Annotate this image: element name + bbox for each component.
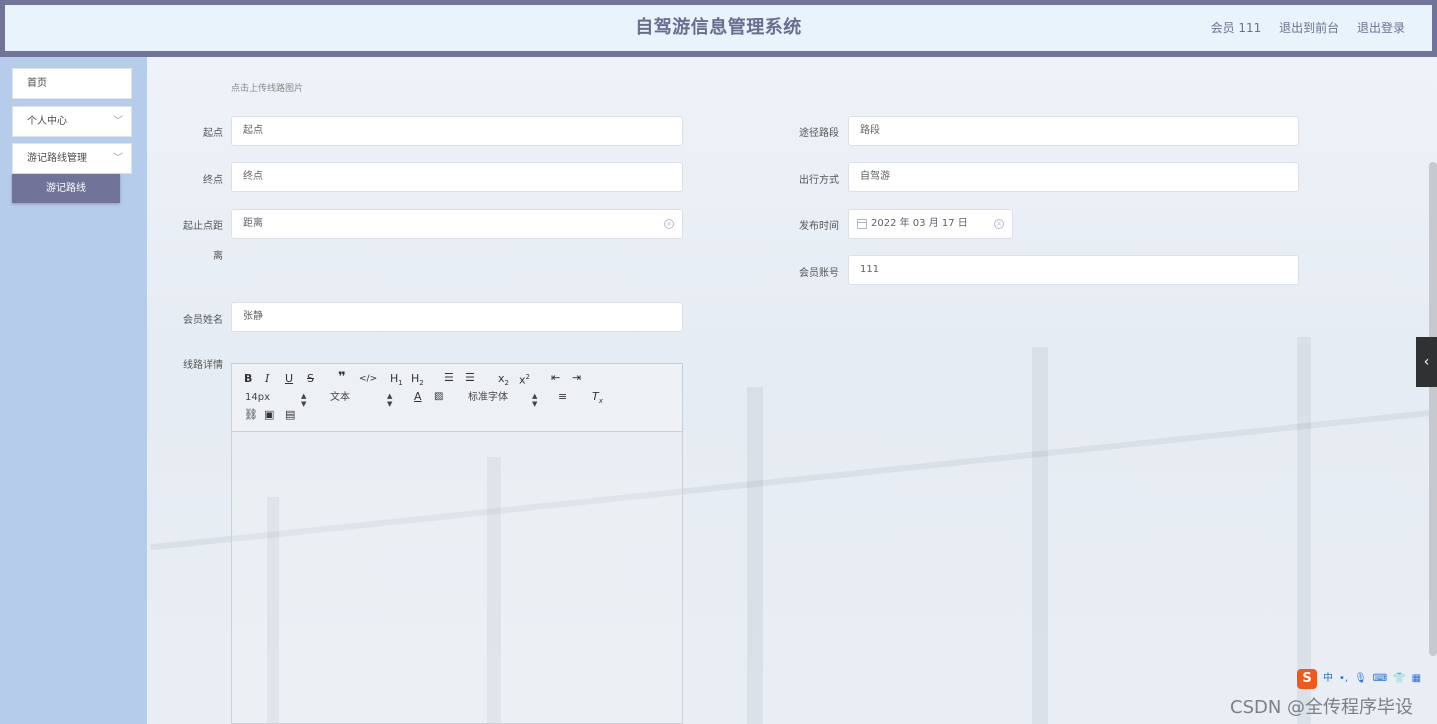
ime-toolbar: S 中 •, 🎙 ⌨ 👕 ▦ [1297,669,1421,689]
ime-mode[interactable]: 中 [1323,669,1333,689]
member-account-label: 会员账号 [799,268,839,279]
clear-icon[interactable]: × [664,219,674,229]
italic-icon[interactable]: I [265,372,269,386]
video-icon[interactable]: ▤ [285,408,295,422]
end-label: 终点 [203,175,223,186]
bullet-list-icon[interactable]: ☰ [465,371,475,385]
text-color-icon[interactable]: A [414,390,422,404]
sidebar-item-home[interactable]: 首页 [12,68,132,99]
indent-icon[interactable]: ⇥ [572,371,581,385]
header-inner: 自驾游信息管理系统 会员 111 退出到前台 退出登录 [5,5,1432,51]
start-label: 起点 [203,128,223,139]
keyboard-icon[interactable]: ⌨ [1373,669,1387,689]
logout-link[interactable]: 退出登录 [1357,21,1405,35]
link-icon[interactable]: ⛓ [244,408,258,422]
sidebar-item-label: 首页 [27,78,47,89]
chevron-down-icon: ﹀ [113,153,123,164]
publish-date-value: 2022 年 03 月 17 日 [871,218,968,229]
vertical-scrollbar[interactable] [1429,162,1437,656]
distance-value: 距离 [243,218,263,229]
sidebar-subitem-travel-route[interactable]: 游记路线 [12,174,120,203]
ime-logo[interactable]: S [1297,669,1317,689]
member-name-input[interactable]: 张静 [231,302,683,332]
editor-content-area[interactable] [232,432,682,723]
clear-format-icon[interactable]: Tx [592,390,603,408]
select-arrow-icon: ▲ ▼ [301,392,307,408]
bold-icon[interactable]: B [244,372,252,386]
member-account-input[interactable]: 111 [848,255,1299,285]
upload-hint[interactable]: 点击上传线路图片 [231,81,303,94]
rich-text-editor[interactable]: B I U S ❞ </> H1 H2 ☰ ☰ x2 x2 ⇤ ⇥ 14px ▲… [231,363,683,724]
sidebar-item-label: 个人中心 [27,116,67,127]
header-select[interactable]: 文本 [330,391,350,405]
sidebar-item-personal-center[interactable]: 个人中心 ﹀ [12,106,132,137]
start-input[interactable]: 起点 [231,116,683,146]
header-links: 会员 111 退出到前台 退出登录 [1197,5,1405,51]
ordered-list-icon[interactable]: ☰ [444,371,454,385]
sidebar-item-label: 游记路线管理 [27,153,87,164]
apps-icon[interactable]: ▦ [1412,669,1421,689]
sidebar: 首页 个人中心 ﹀ 游记路线管理 ﹀ 游记路线 [0,57,147,724]
publish-time-label: 发布时间 [799,221,839,232]
background-decoration [1032,347,1048,724]
punctuation-icon[interactable]: •, [1339,669,1348,689]
underline-icon[interactable]: U [285,372,293,386]
font-family-select[interactable]: 标准字体 [468,391,508,405]
route-input[interactable]: 路段 [848,116,1299,146]
image-icon[interactable]: ▣ [264,408,274,422]
travel-mode-input[interactable]: 自驾游 [848,162,1299,192]
chevron-left-icon[interactable]: ‹ [1416,337,1437,387]
align-icon[interactable]: ≡ [558,390,567,404]
background-decoration [747,387,763,724]
clear-icon[interactable]: × [994,219,1004,229]
skin-icon[interactable]: 👕 [1393,669,1405,689]
superscript-icon[interactable]: x2 [519,370,530,388]
member-label: 会员 111 [1210,21,1262,35]
outdent-icon[interactable]: ⇤ [551,371,560,385]
main-content: 点击上传线路图片 起点 起点 途径路段 路段 终点 终点 出行方式 自驾游 起止… [147,57,1437,724]
select-arrow-icon: ▲ ▼ [532,392,538,408]
calendar-icon [857,219,867,229]
header: 自驾游信息管理系统 会员 111 退出到前台 退出登录 [0,0,1437,57]
distance-label-wrap: 离 [213,251,223,262]
strike-icon[interactable]: S [307,372,314,386]
end-input[interactable]: 终点 [231,162,683,192]
microphone-icon[interactable]: 🎙 [1354,669,1367,689]
code-icon[interactable]: </> [359,372,377,386]
watermark: CSDN @全传程序毕设 [1230,697,1414,718]
subscript-icon[interactable]: x2 [498,372,509,390]
heading2-icon[interactable]: H2 [411,372,424,390]
heading1-icon[interactable]: H1 [390,372,403,390]
route-detail-label: 线路详情 [183,360,223,371]
select-arrow-icon: ▲ ▼ [387,392,393,408]
font-size-select[interactable]: 14px [245,391,270,405]
exit-to-front-link[interactable]: 退出到前台 [1279,21,1339,35]
distance-input[interactable]: 距离 × [231,209,683,239]
background-decoration [1297,337,1311,724]
blockquote-icon[interactable]: ❞ [338,371,346,385]
distance-label: 起止点距 [183,221,223,232]
publish-date-picker[interactable]: 2022 年 03 月 17 日 × [848,209,1013,239]
route-label: 途径路段 [799,128,839,139]
travel-mode-label: 出行方式 [799,175,839,186]
background-color-icon[interactable]: ▨ [434,390,443,404]
editor-toolbar: B I U S ❞ </> H1 H2 ☰ ☰ x2 x2 ⇤ ⇥ 14px ▲… [232,364,682,432]
sidebar-item-route-management[interactable]: 游记路线管理 ﹀ [12,143,132,174]
member-name-label: 会员姓名 [183,315,223,326]
chevron-down-icon: ﹀ [113,116,123,127]
